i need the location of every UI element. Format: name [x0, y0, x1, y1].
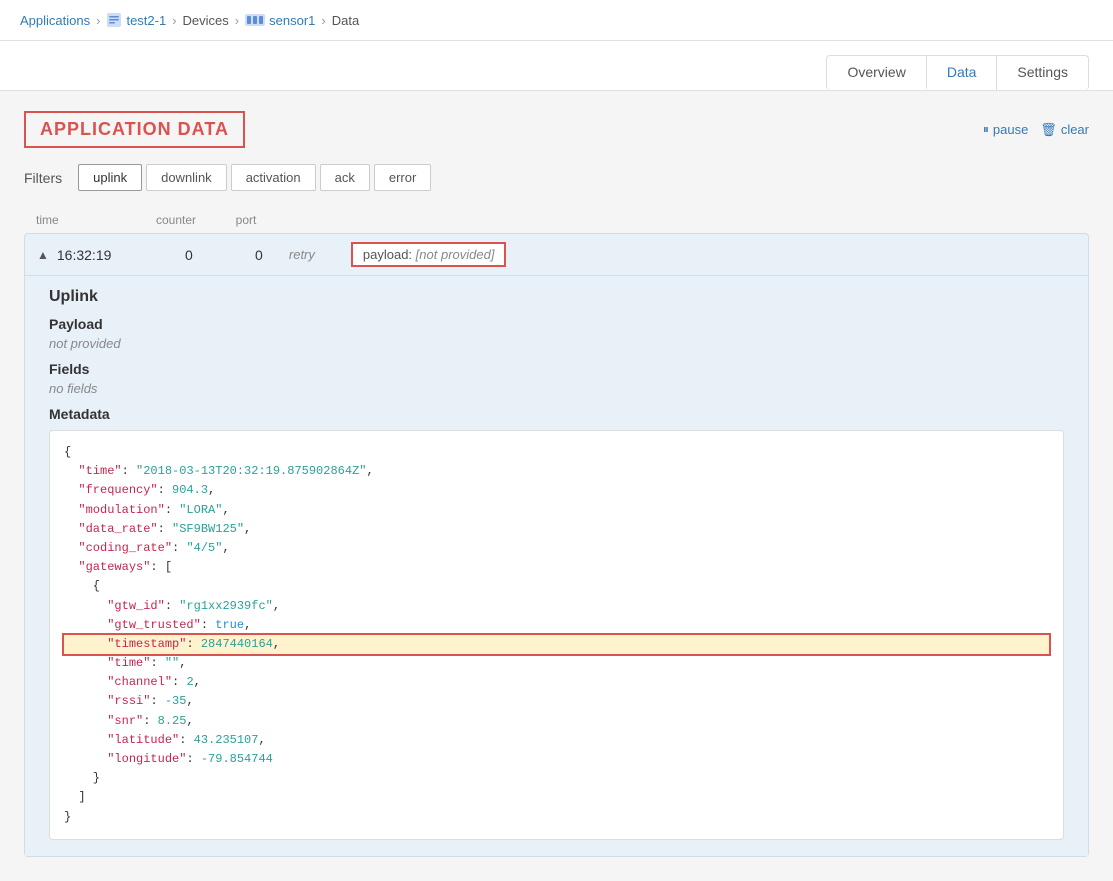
pause-button[interactable]: ⏸ pause: [983, 122, 1028, 137]
filters-label: Filters: [24, 170, 62, 186]
json-gw-open: {: [64, 579, 100, 593]
filter-activation[interactable]: activation: [231, 164, 316, 191]
main-content: APPLICATION DATA ⏸ pause 🗑 clear Filters…: [0, 91, 1113, 881]
json-latitude: "latitude": 43.235107,: [64, 733, 266, 747]
payload-value: not provided: [49, 336, 1064, 351]
json-timestamp: "timestamp": 2847440164,: [64, 635, 1049, 654]
clear-label: clear: [1061, 122, 1089, 137]
payload-section-title: Payload: [49, 316, 1064, 332]
breadcrumb-device[interactable]: sensor1: [269, 13, 315, 28]
table-header: time counter port: [24, 207, 1089, 233]
payload-badge-label: payload:: [363, 247, 412, 262]
tab-settings[interactable]: Settings: [996, 55, 1089, 90]
json-modulation: "modulation": "LORA",: [64, 503, 230, 517]
filter-ack[interactable]: ack: [320, 164, 370, 191]
section-header: APPLICATION DATA ⏸ pause 🗑 clear: [24, 111, 1089, 148]
payload-badge: payload: [not provided]: [351, 242, 507, 267]
filter-tabs: uplink downlink activation ack error: [78, 164, 431, 191]
json-time: "time": "2018-03-13T20:32:19.875902864Z"…: [64, 464, 374, 478]
breadcrumb-page: Data: [332, 13, 359, 28]
col-header-time: time: [36, 213, 136, 227]
row-counter: 0: [149, 247, 229, 263]
page-nav-tabs: Overview Data Settings: [827, 55, 1089, 90]
json-snr: "snr": 8.25,: [64, 714, 194, 728]
breadcrumb-sep-3: ›: [235, 13, 239, 28]
json-gtw-trusted: "gtw_trusted": true,: [64, 618, 251, 632]
tab-data[interactable]: Data: [926, 55, 998, 90]
data-row-header[interactable]: ▲ 16:32:19 0 0 retry payload: [not provi…: [25, 234, 1088, 275]
breadcrumb-app[interactable]: test2-1: [126, 13, 166, 28]
app-icon: [106, 12, 122, 28]
uplink-section-title: Uplink: [49, 288, 1064, 306]
col-header-counter: counter: [136, 213, 216, 227]
row-retry: retry: [289, 247, 339, 262]
filter-uplink[interactable]: uplink: [78, 164, 142, 191]
json-gw-inner-close: }: [64, 771, 100, 785]
metadata-section-title: Metadata: [49, 406, 1064, 422]
filters-row: Filters uplink downlink activation ack e…: [24, 164, 1089, 191]
expand-arrow-icon: ▲: [37, 248, 49, 262]
breadcrumb: Applications › test2-1 › Devices › senso…: [0, 0, 1113, 41]
json-coding-rate: "coding_rate": "4/5",: [64, 541, 230, 555]
json-gtw-id: "gtw_id": "rg1xx2939fc",: [64, 599, 280, 613]
json-time-inner: "time": "",: [64, 656, 186, 670]
json-gateways: "gateways": [: [64, 560, 172, 574]
pause-label: pause: [993, 122, 1028, 137]
payload-badge-value: [not provided]: [416, 247, 495, 262]
filter-error[interactable]: error: [374, 164, 431, 191]
row-port: 0: [229, 247, 289, 263]
json-longitude: "longitude": -79.854744: [64, 752, 273, 766]
fields-section-title: Fields: [49, 361, 1064, 377]
fields-value: no fields: [49, 381, 1064, 396]
json-block: { "time": "2018-03-13T20:32:19.875902864…: [49, 430, 1064, 840]
json-close: }: [64, 810, 71, 824]
filter-downlink[interactable]: downlink: [146, 164, 227, 191]
json-data-rate: "data_rate": "SF9BW125",: [64, 522, 251, 536]
trash-icon: 🗑: [1040, 122, 1057, 138]
breadcrumb-sep-1: ›: [96, 13, 100, 28]
section-title: APPLICATION DATA: [24, 111, 245, 148]
col-header-port: port: [216, 213, 276, 227]
data-row-content: Uplink Payload not provided Fields no fi…: [25, 275, 1088, 856]
breadcrumb-sep-2: ›: [172, 13, 176, 28]
device-icon: [245, 13, 265, 27]
clear-button[interactable]: 🗑 clear: [1040, 122, 1089, 138]
tab-overview[interactable]: Overview: [826, 55, 926, 90]
json-line-open: {: [64, 445, 71, 459]
data-row: ▲ 16:32:19 0 0 retry payload: [not provi…: [24, 233, 1089, 857]
breadcrumb-devices: Devices: [183, 13, 229, 28]
json-frequency: "frequency": 904.3,: [64, 483, 215, 497]
json-channel: "channel": 2,: [64, 675, 201, 689]
breadcrumb-applications[interactable]: Applications: [20, 13, 90, 28]
json-gateways-close: ]: [64, 790, 86, 804]
row-time: 16:32:19: [57, 247, 149, 263]
json-rssi: "rssi": -35,: [64, 694, 194, 708]
pause-icon: ⏸: [983, 122, 989, 137]
header-actions: ⏸ pause 🗑 clear: [983, 122, 1089, 138]
breadcrumb-sep-4: ›: [321, 13, 325, 28]
